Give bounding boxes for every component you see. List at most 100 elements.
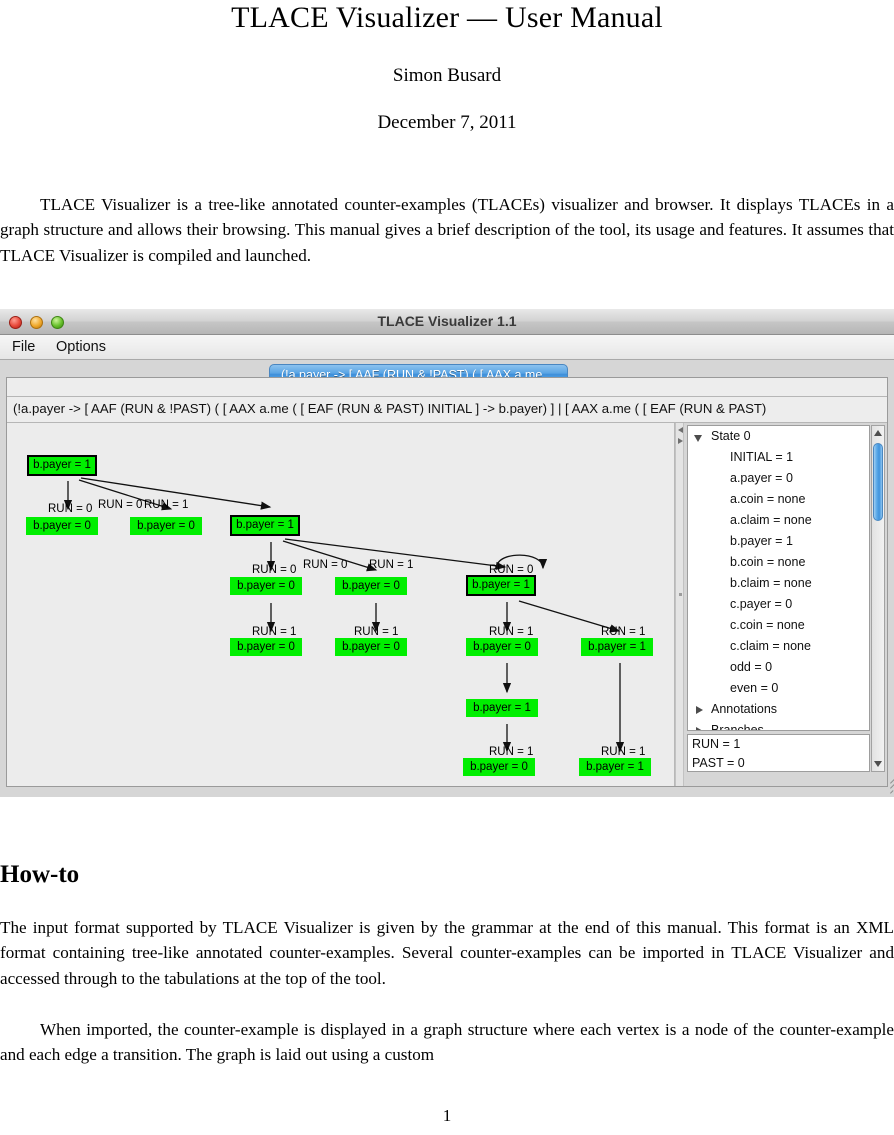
- graph-node-label: b.payer = 0: [237, 580, 295, 592]
- tree-row[interactable]: b.coin = none: [688, 552, 869, 573]
- graph-node[interactable]: b.payer = 1: [581, 638, 653, 656]
- graph-edge-label: RUN = 0: [252, 564, 297, 576]
- split-grip[interactable]: [679, 593, 682, 596]
- howto-paragraph-1: The input format supported by TLACE Visu…: [0, 918, 894, 988]
- tree-row[interactable]: INITIAL = 1: [688, 447, 869, 468]
- graph-edge-label: RUN = 1: [369, 559, 414, 571]
- graph-edge-label: RUN = 1: [601, 746, 646, 758]
- graph-node[interactable]: b.payer = 0: [463, 758, 535, 776]
- graph-node-label: b.payer = 0: [33, 520, 91, 532]
- tree-row[interactable]: odd = 0: [688, 657, 869, 678]
- tree-row-label: c.coin = none: [730, 618, 805, 632]
- document-page: TLACE Visualizer — User Manual Simon Bus…: [0, 0, 894, 1135]
- graph-edge-label: RUN = 1: [601, 626, 646, 638]
- graph-node[interactable]: b.payer = 0: [230, 638, 302, 656]
- section-heading-howto: How-to: [0, 861, 80, 888]
- tree-row[interactable]: Branches: [688, 720, 869, 731]
- graph-node-label: b.payer = 0: [342, 641, 400, 653]
- formula-text: (!a.payer -> [ AAF (RUN & !PAST) ( [ AAX…: [13, 401, 767, 416]
- tree-disclosure-open-icon[interactable]: [694, 435, 702, 442]
- detail-panel: State 0 INITIAL = 1 a.payer = 0 a.coin = no…: [684, 423, 887, 786]
- tree-row[interactable]: c.claim = none: [688, 636, 869, 657]
- transition-box: RUN = 1 PAST = 0: [687, 734, 870, 772]
- graph-node-label: b.payer = 1: [473, 702, 531, 714]
- graph-node[interactable]: b.payer = 1: [230, 515, 300, 536]
- tree-row[interactable]: b.payer = 1: [688, 531, 869, 552]
- tree-row[interactable]: c.coin = none: [688, 615, 869, 636]
- split-collapse-left-icon[interactable]: [678, 427, 683, 433]
- tree-disclosure-closed-icon[interactable]: [696, 706, 703, 714]
- tree-row-label: State 0: [711, 429, 751, 443]
- tree-row[interactable]: a.payer = 0: [688, 468, 869, 489]
- graph-node-label: b.payer = 0: [342, 580, 400, 592]
- formula-bar: (!a.payer -> [ AAF (RUN & !PAST) ( [ AAX…: [7, 396, 887, 423]
- graph-edge-label: RUN = 1: [489, 626, 534, 638]
- graph-node[interactable]: b.payer = 0: [130, 517, 202, 535]
- graph-node[interactable]: b.payer = 0: [335, 638, 407, 656]
- scrollbar-thumb[interactable]: [873, 443, 883, 521]
- graph-node-label: b.payer = 0: [470, 761, 528, 773]
- tree-row-label: Annotations: [711, 702, 778, 716]
- date-line: December 7, 2011: [377, 112, 517, 133]
- graph-edge-label: RUN = 1: [489, 746, 534, 758]
- graph-node-label: b.payer = 1: [588, 641, 646, 653]
- graph-node-label: b.payer = 1: [236, 519, 294, 531]
- split-collapse-right-icon[interactable]: [678, 438, 683, 444]
- tree-row[interactable]: a.coin = none: [688, 489, 869, 510]
- intro-paragraph: TLACE Visualizer is a tree-like annotate…: [0, 195, 894, 265]
- graph-node[interactable]: b.payer = 0: [466, 638, 538, 656]
- tree-row[interactable]: State 0: [688, 426, 869, 447]
- tree-scrollbar[interactable]: [871, 425, 885, 772]
- menubar: File Options: [0, 335, 894, 360]
- tree-row-label: a.claim = none: [730, 513, 812, 527]
- scroll-up-icon[interactable]: [874, 430, 882, 436]
- tree-disclosure-closed-icon[interactable]: [696, 727, 703, 730]
- graph-node[interactable]: b.payer = 0: [230, 577, 302, 595]
- state-tree[interactable]: State 0 INITIAL = 1 a.payer = 0 a.coin = no…: [687, 425, 870, 731]
- graph-node[interactable]: b.payer = 0: [26, 517, 98, 535]
- graph-node[interactable]: b.payer = 1: [466, 575, 536, 596]
- app-screenshot-figure: TLACE Visualizer 1.1 File Options (!a.pa…: [0, 309, 894, 797]
- window-titlebar: TLACE Visualizer 1.1: [0, 309, 894, 335]
- tree-row-label: c.claim = none: [730, 639, 811, 653]
- window-resize-grip[interactable]: [878, 773, 894, 795]
- tree-row[interactable]: c.payer = 0: [688, 594, 869, 615]
- tree-row-label: Branches: [711, 723, 764, 731]
- graph-node[interactable]: b.payer = 1: [466, 699, 538, 717]
- scroll-down-icon[interactable]: [874, 761, 882, 767]
- tree-row[interactable]: a.claim = none: [688, 510, 869, 531]
- graph-node-label: b.payer = 1: [33, 459, 91, 471]
- graph-edge-label: RUN = 0: [98, 499, 143, 511]
- graph-node[interactable]: b.payer = 0: [335, 577, 407, 595]
- graph-panel[interactable]: b.payer = 1 b.payer = 0 b.payer = 0 b.payer…: [7, 423, 675, 786]
- graph-edge-label: RUN = 1: [252, 626, 297, 638]
- tree-row[interactable]: Annotations: [688, 699, 869, 720]
- author-line: Simon Busard: [392, 65, 502, 86]
- tree-row-label: b.coin = none: [730, 555, 806, 569]
- graph-edge-label: RUN = 0: [489, 564, 534, 576]
- main-panel: (!a.payer -> [ AAF (RUN & !PAST) ( [ AAX…: [6, 377, 888, 787]
- tree-row-label: even = 0: [730, 681, 779, 695]
- howto-paragraph-2: When imported, the counter-example is di…: [0, 1020, 894, 1065]
- tree-row[interactable]: b.claim = none: [688, 573, 869, 594]
- graph-node[interactable]: b.payer = 1: [579, 758, 651, 776]
- menu-file[interactable]: File: [6, 338, 41, 356]
- window-title: TLACE Visualizer 1.1: [377, 313, 517, 329]
- transition-row: RUN = 1: [692, 737, 741, 751]
- graph-edge-label: RUN = 0: [303, 559, 348, 571]
- graph-edge-label: RUN = 1: [144, 499, 189, 511]
- graph-node-label: b.payer = 0: [137, 520, 195, 532]
- menu-options[interactable]: Options: [50, 338, 112, 356]
- graph-edges: [63, 477, 625, 753]
- tree-row-label: a.payer = 0: [730, 471, 793, 485]
- page-title: TLACE Visualizer — User Manual: [231, 1, 663, 34]
- graph-edge-label: RUN = 0: [48, 503, 93, 515]
- page-number: 1: [442, 1106, 452, 1125]
- graph-node-label: b.payer = 1: [472, 579, 530, 591]
- split-divider[interactable]: [675, 423, 684, 786]
- graph-node-label: b.payer = 0: [473, 641, 531, 653]
- tree-row[interactable]: even = 0: [688, 678, 869, 699]
- graph-node[interactable]: b.payer = 1: [27, 455, 97, 476]
- tree-row-label: a.coin = none: [730, 492, 806, 506]
- tree-row-label: c.payer = 0: [730, 597, 793, 611]
